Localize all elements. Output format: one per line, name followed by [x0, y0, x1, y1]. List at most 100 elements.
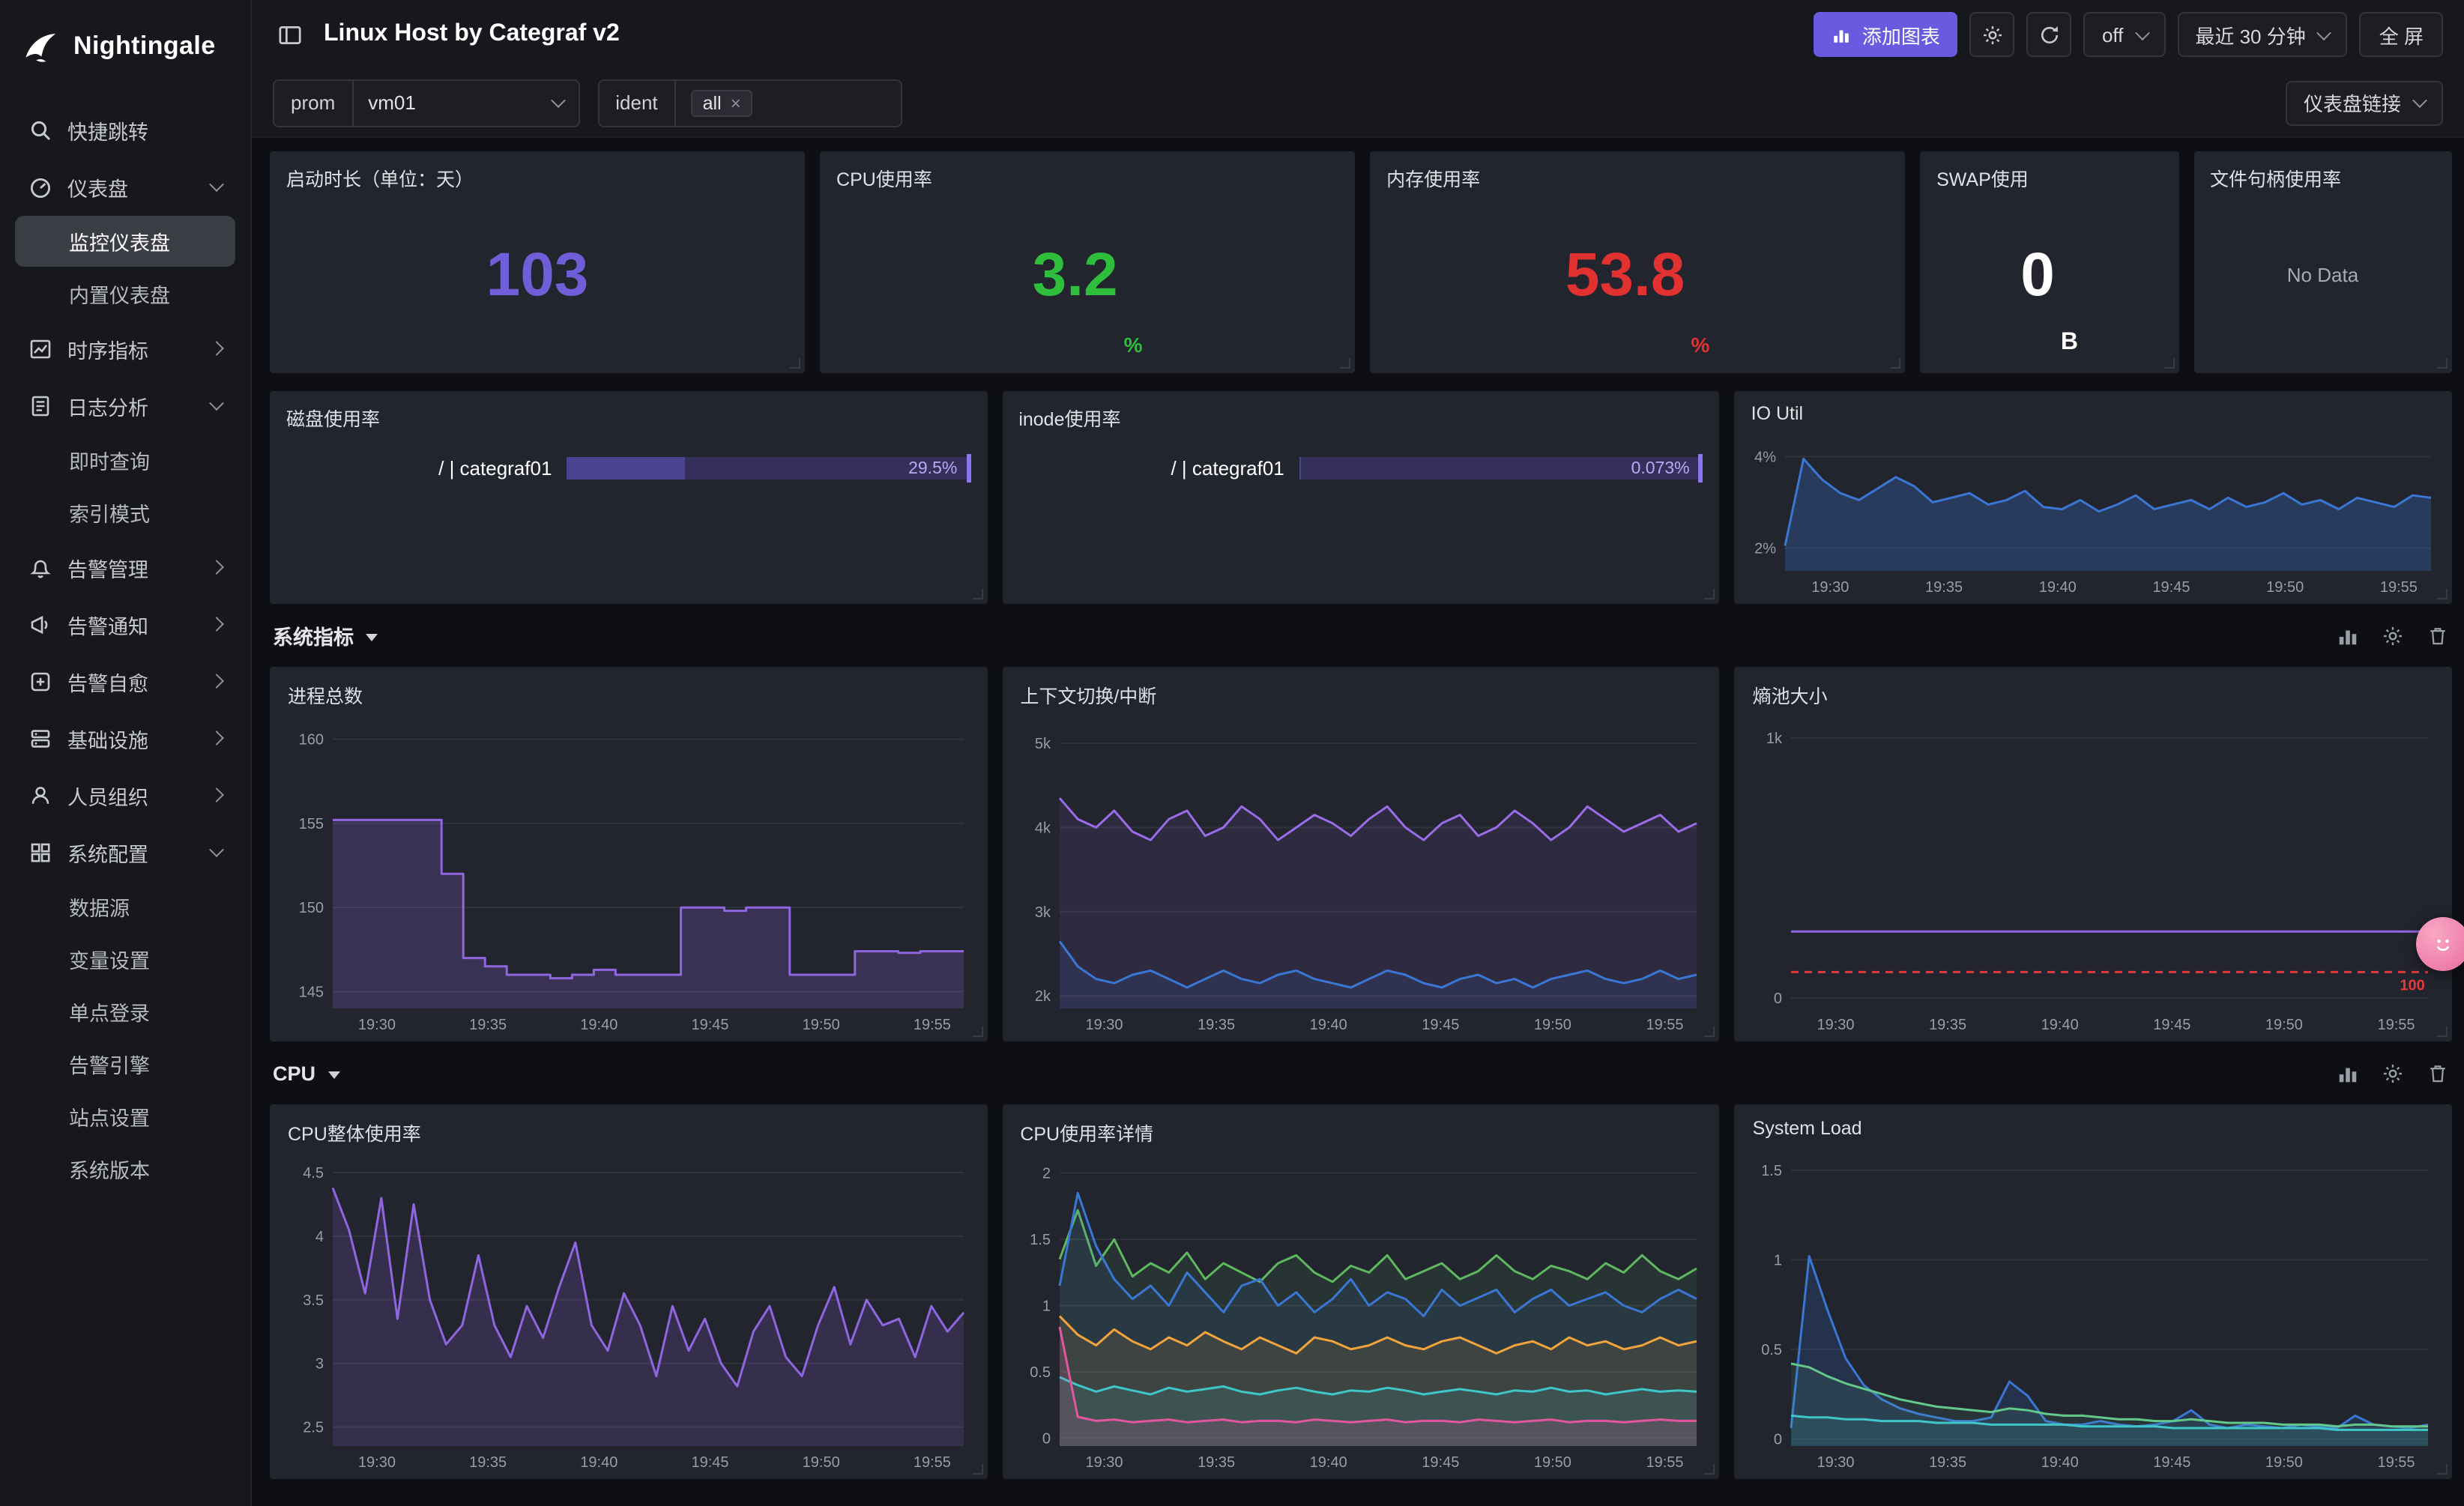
sidebar-item-alert-engine[interactable]: 告警引擎	[15, 1038, 235, 1089]
svg-text:19:45: 19:45	[1422, 1454, 1459, 1471]
ident-select[interactable]: all ×	[676, 80, 901, 125]
sidebar-item-quick-jump[interactable]: 快捷跳转	[15, 102, 235, 157]
sidebar-item-index-patterns[interactable]: 索引模式	[15, 487, 235, 538]
sidebar-item-builtin-dashboards[interactable]: 内置仪表盘	[15, 268, 235, 319]
trash-icon[interactable]	[2427, 1062, 2449, 1084]
section-title[interactable]: 系统指标	[273, 620, 354, 650]
sidebar-item-site-settings[interactable]: 站点设置	[15, 1091, 235, 1142]
cpu-charts-row: CPU整体使用率 2.5 3 3.5 4 4.5 19:30 19:35 19:40 19:45…	[270, 1104, 2452, 1479]
refresh-interval-select[interactable]: off	[2083, 12, 2166, 57]
panel-title[interactable]: 上下文切换/中断	[1014, 680, 1707, 709]
stat-value: 103	[486, 239, 589, 308]
svg-text:1k: 1k	[1767, 731, 1784, 747]
panel-title[interactable]: System Load	[1747, 1118, 2440, 1139]
gear-icon[interactable]	[2382, 624, 2404, 647]
stat-panel-memory: 内存使用率 53.8%	[1370, 151, 1906, 373]
svg-text:19:55: 19:55	[2378, 1017, 2415, 1033]
gauge-value: 29.5%	[908, 459, 958, 477]
feedback-float-button[interactable]	[2416, 917, 2464, 971]
section-title[interactable]: CPU	[273, 1062, 315, 1084]
main-area: Linux Host by Categraf v2 添加图表 off 最近 30…	[252, 0, 2464, 1506]
svg-text:19:45: 19:45	[2154, 1454, 2191, 1471]
line-chart-icon	[28, 336, 52, 360]
system-load-chart: 0 0.5 1 1.5 19:30 19:35 19:40 19:45 19:50 19:55	[1747, 1142, 2440, 1473]
sidebar-item-system-config[interactable]: 系统配置	[15, 824, 235, 880]
dashboard-links-select[interactable]: 仪表盘链接	[2285, 80, 2443, 125]
svg-text:1.5: 1.5	[1030, 1232, 1051, 1248]
megaphone-icon	[28, 612, 52, 636]
chevron-down-icon	[2412, 93, 2427, 109]
panel-inode-usage: inode使用率 / | categraf01 0.073%	[1002, 391, 1720, 604]
person-icon	[28, 783, 52, 807]
add-chart-button[interactable]: 添加图表	[1814, 12, 1958, 57]
page-title: Linux Host by Categraf v2	[324, 21, 620, 46]
sidebar-subitem-label: 即时查询	[69, 451, 150, 474]
panel-title[interactable]: 进程总数	[282, 680, 975, 709]
cpu-detail-chart: 0 0.5 1 1.5 2 19:30 19:35 19:40 19:45 19:50 19:55	[1014, 1149, 1707, 1473]
prom-select[interactable]: vm01	[353, 80, 578, 125]
sidebar-item-sso[interactable]: 单点登录	[15, 986, 235, 1037]
svg-text:19:55: 19:55	[1646, 1017, 1683, 1033]
panel-cpu-overall: CPU整体使用率 2.5 3 3.5 4 4.5 19:30 19:35 19:40 19:45…	[270, 1104, 988, 1479]
time-range-select[interactable]: 最近 30 分钟	[2177, 12, 2348, 57]
chevron-down-icon	[209, 177, 224, 193]
chevron-down-icon	[2134, 25, 2150, 40]
plus-box-icon	[28, 669, 52, 693]
fullscreen-label: 全 屏	[2379, 25, 2424, 47]
dashboard-settings-button[interactable]	[1969, 12, 2015, 57]
chevron-right-icon	[209, 560, 224, 575]
panel-title[interactable]: CPU使用率详情	[1014, 1118, 1707, 1146]
chevron-down-icon	[209, 396, 224, 411]
sidebar-item-alert-notification[interactable]: 告警通知	[15, 596, 235, 652]
stat-panel-swap: SWAP使用 0B	[1920, 151, 2179, 373]
svg-text:19:50: 19:50	[2266, 1454, 2304, 1471]
svg-text:150: 150	[299, 900, 324, 916]
stat-panel-cpu: CPU使用率 3.2%	[820, 151, 1356, 373]
svg-text:19:50: 19:50	[803, 1454, 840, 1471]
collapse-sidebar-button[interactable]	[273, 18, 306, 51]
panel-title[interactable]: IO Util	[1751, 403, 2436, 424]
brand-name: Nightingale	[73, 31, 216, 60]
sidebar-item-variable-settings[interactable]: 变量设置	[15, 934, 235, 985]
section-actions	[2337, 1062, 2449, 1084]
prom-label: prom	[274, 80, 354, 125]
add-panel-icon[interactable]	[2337, 624, 2359, 647]
sidebar-item-dashboards[interactable]: 仪表盘	[15, 159, 235, 214]
sidebar-subitem-label: 系统版本	[69, 1160, 150, 1182]
sidebar-item-label: 仪表盘	[67, 178, 128, 200]
collapse-caret-icon[interactable]	[366, 633, 378, 641]
fullscreen-button[interactable]: 全 屏	[2359, 12, 2443, 57]
sidebar-subitem-label: 监控仪表盘	[69, 232, 170, 255]
bell-icon	[28, 555, 52, 579]
sidebar-item-metrics[interactable]: 时序指标	[15, 321, 235, 376]
sidebar-item-datasources[interactable]: 数据源	[15, 881, 235, 932]
sidebar-item-label: 日志分析	[67, 396, 148, 419]
sidebar-item-alert-management[interactable]: 告警管理	[15, 539, 235, 595]
bar-chart-icon	[1835, 29, 1849, 42]
sidebar-item-infrastructure[interactable]: 基础设施	[15, 710, 235, 766]
sidebar-item-monitor-dashboards[interactable]: 监控仪表盘	[15, 216, 235, 267]
stat-panel-filehandles: 文件句柄使用率 No Data	[2193, 151, 2452, 373]
svg-text:19:35: 19:35	[1197, 1017, 1234, 1033]
tag-close-icon[interactable]: ×	[731, 92, 741, 113]
refresh-button[interactable]	[2026, 12, 2072, 57]
app-root: Nightingale 快捷跳转 仪表盘 监控仪表盘 内置仪表盘 时序指标 日志…	[0, 0, 2464, 1506]
collapse-caret-icon[interactable]	[327, 1071, 340, 1078]
brand-logo[interactable]: Nightingale	[0, 0, 250, 93]
sidebar-item-alert-selfheal[interactable]: 告警自愈	[15, 653, 235, 709]
sidebar-item-log-analysis[interactable]: 日志分析	[15, 378, 235, 433]
entropy-chart: 0 1k 19:30 19:35 19:40 19:45 19:50 19:55 100	[1747, 712, 2440, 1035]
sidebar-subitem-label: 索引模式	[69, 503, 150, 526]
gear-icon[interactable]	[2382, 1062, 2404, 1084]
sidebar-item-organization[interactable]: 人员组织	[15, 767, 235, 823]
trash-icon[interactable]	[2427, 624, 2449, 647]
add-panel-icon[interactable]	[2337, 1062, 2359, 1084]
stat-value: 53.8	[1565, 239, 1685, 308]
svg-text:19:30: 19:30	[1085, 1454, 1123, 1471]
panel-title[interactable]: 熵池大小	[1747, 680, 2440, 709]
sidebar-item-system-version[interactable]: 系统版本	[15, 1143, 235, 1194]
stats-row: 启动时长（单位：天） 103 CPU使用率 3.2% 内存使用率 53.8% S…	[270, 151, 2452, 373]
sidebar-item-instant-query[interactable]: 即时查询	[15, 435, 235, 486]
panel-title[interactable]: CPU整体使用率	[282, 1118, 975, 1146]
gauge-cap	[966, 454, 971, 483]
